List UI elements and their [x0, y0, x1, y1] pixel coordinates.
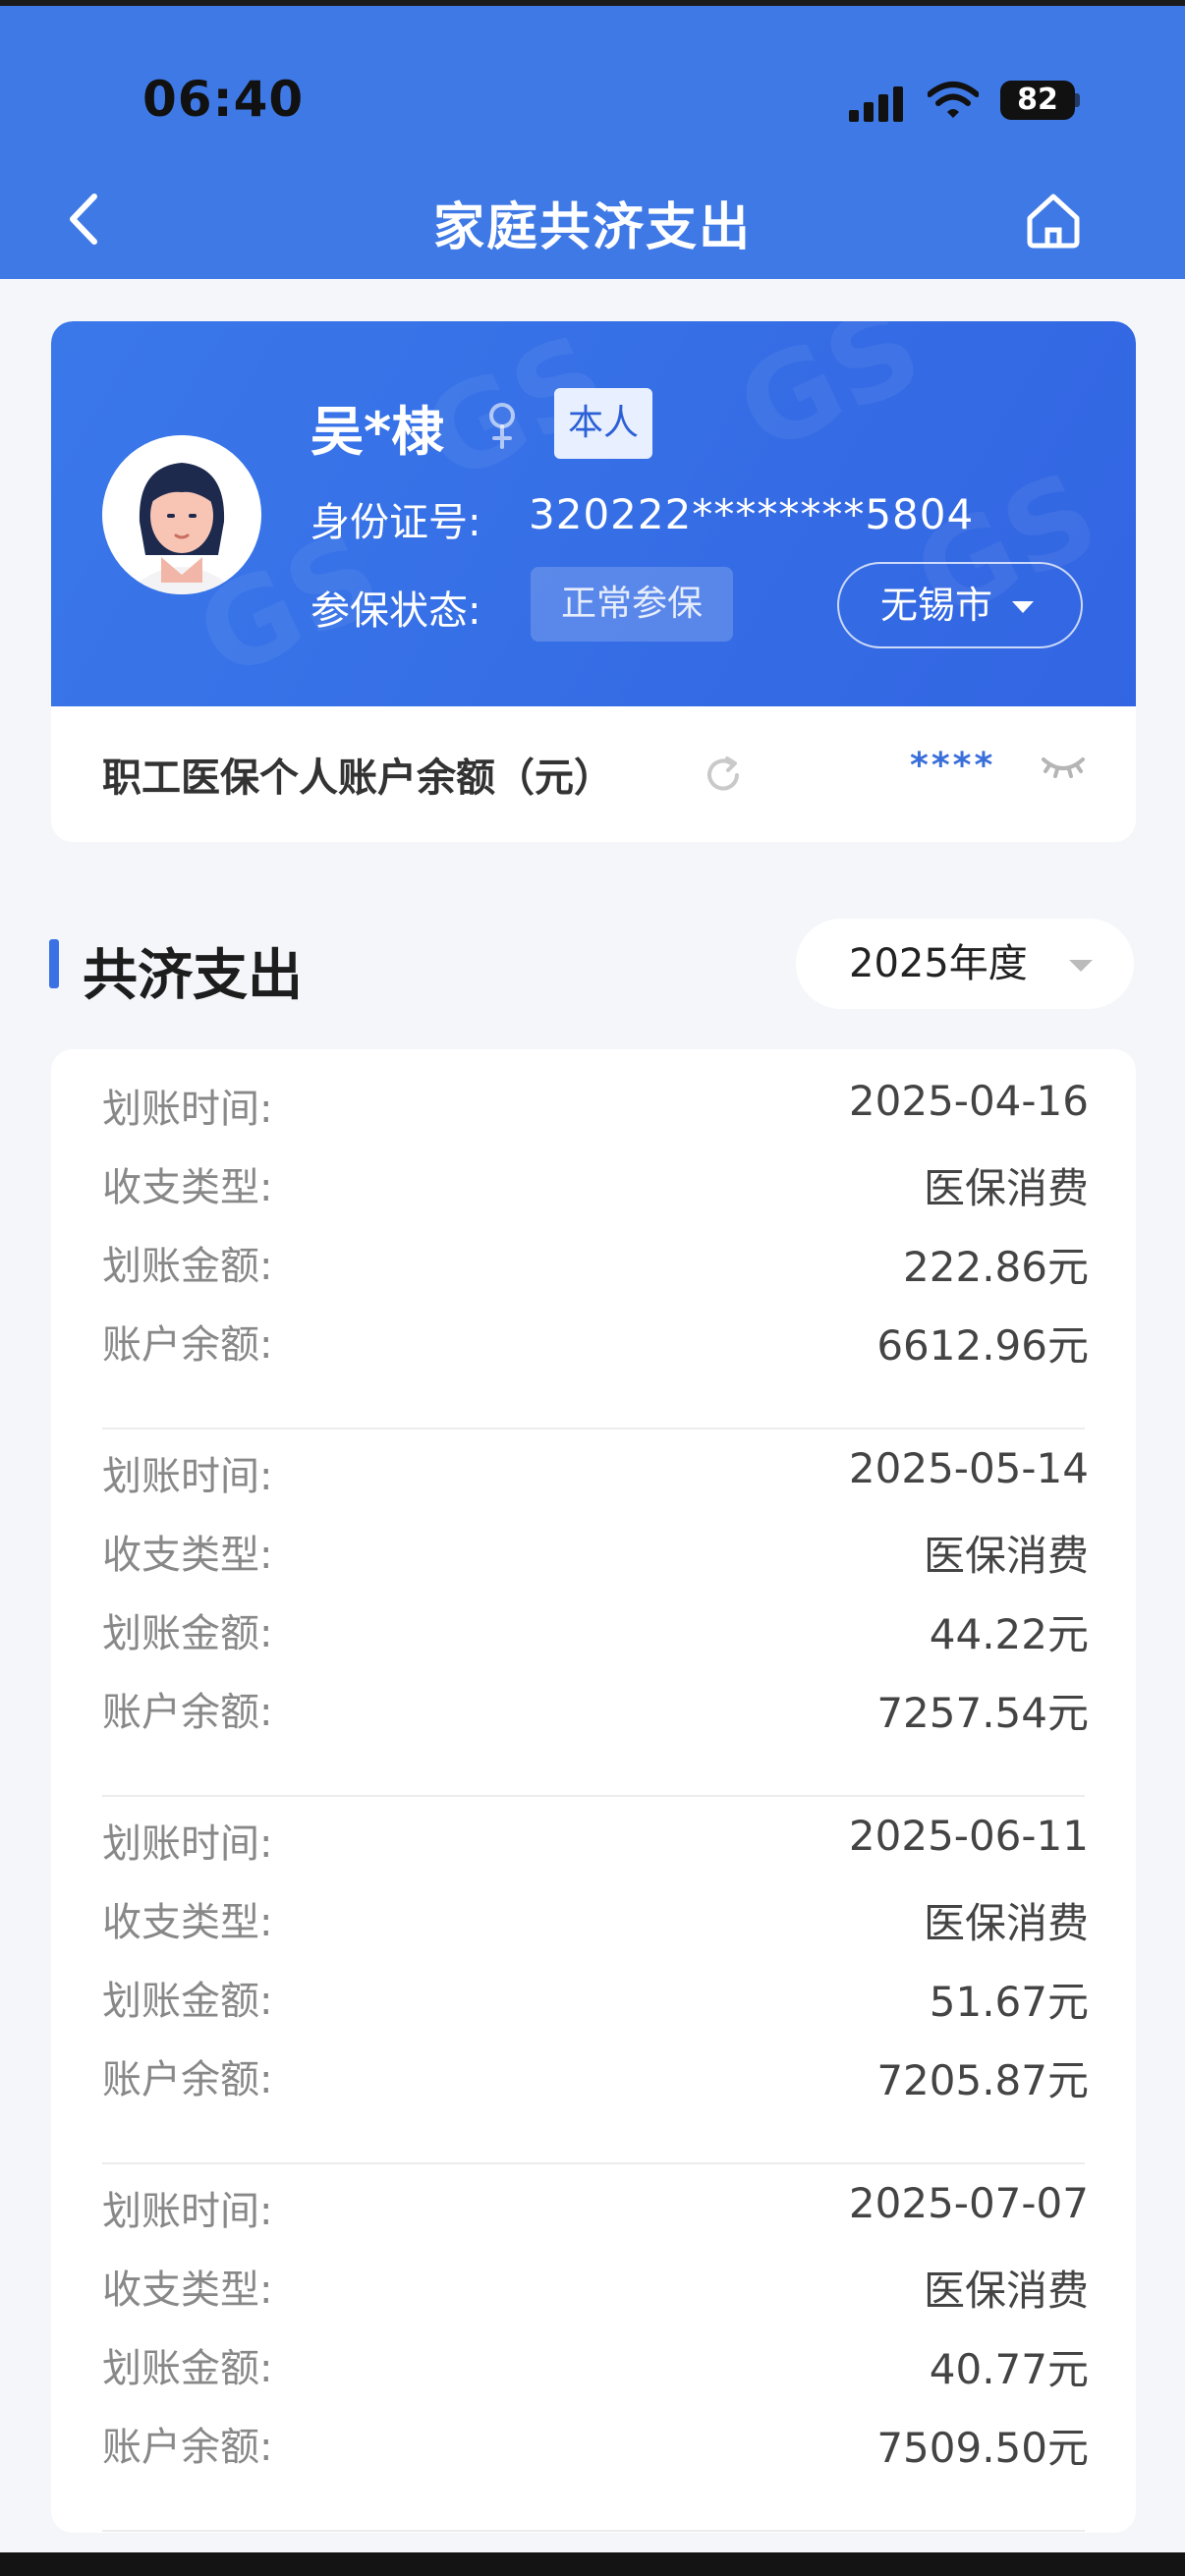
row-label: 划账时间: [102, 1821, 273, 1867]
records-list: 划账时间: 2025-04-16 收支类型: 医保消费 划账金额: 222.86… [51, 1049, 1136, 2533]
app-screen: 06:40 82 家庭共济支出 GS GS GS GS 吴*棣 本人 身份证号:… [0, 0, 1185, 2576]
record-row: 收支类型: 医保消费 [51, 1882, 1136, 1961]
row-label: 账户余额: [102, 1322, 273, 1368]
record-row: 账户余额: 7205.87元 [51, 2040, 1136, 2118]
record-row: 划账金额: 51.67元 [51, 1961, 1136, 2040]
record-row: 划账金额: 222.86元 [51, 1226, 1136, 1305]
cellular-signal-icon [849, 83, 908, 122]
section-accent-bar [49, 939, 59, 988]
record-row: 划账时间: 2025-06-11 [51, 1804, 1136, 1882]
row-value: 医保消费 [923, 2267, 1089, 2315]
balance-value: **** [910, 746, 996, 786]
row-value: 2025-04-16 [848, 1077, 1089, 1125]
row-value: 医保消费 [923, 1899, 1089, 1947]
status-time: 06:40 [142, 71, 305, 128]
list-item: 划账时间: 2025-05-14 收支类型: 医保消费 划账金额: 44.22元… [51, 1436, 1136, 1804]
row-label: 划账金额: [102, 1979, 273, 2024]
record-row: 收支类型: 医保消费 [51, 1515, 1136, 1594]
list-item: 划账时间: 2025-06-11 收支类型: 医保消费 划账金额: 51.67元… [51, 1804, 1136, 2171]
battery-icon: 82 [1000, 81, 1075, 120]
insurance-status-label: 参保状态: [310, 588, 481, 634]
home-indicator [0, 2552, 1185, 2576]
chevron-down-icon [1012, 601, 1034, 613]
insurance-status-badge: 正常参保 [531, 567, 733, 642]
profile-header: GS GS GS GS 吴*棣 本人 身份证号: 320222********5… [51, 321, 1136, 706]
list-item: 划账时间: 2025-07-07 收支类型: 医保消费 划账金额: 40.77元… [51, 2171, 1136, 2533]
row-label: 收支类型: [102, 1165, 273, 1210]
row-label: 收支类型: [102, 1900, 273, 1945]
row-value: 6612.96元 [876, 1321, 1089, 1370]
divider [102, 1795, 1085, 1797]
record-row: 账户余额: 7509.50元 [51, 2407, 1136, 2486]
page-title: 家庭共济支出 [432, 198, 752, 257]
row-label: 划账时间: [102, 1454, 273, 1499]
row-value: 222.86元 [903, 1243, 1089, 1291]
row-label: 划账金额: [102, 1244, 273, 1289]
refresh-icon[interactable] [702, 754, 745, 797]
row-value: 2025-06-11 [848, 1812, 1089, 1860]
row-label: 账户余额: [102, 2425, 273, 2470]
list-item: 划账时间: 2025-04-16 收支类型: 医保消费 划账金额: 222.86… [51, 1069, 1136, 1436]
row-label: 划账时间: [102, 1087, 273, 1132]
wifi-icon [928, 82, 979, 118]
record-row: 账户余额: 6612.96元 [51, 1305, 1136, 1383]
record-row: 收支类型: 医保消费 [51, 2250, 1136, 2328]
row-label: 账户余额: [102, 2057, 273, 2102]
row-value: 医保消费 [923, 1164, 1089, 1212]
row-label: 划账金额: [102, 1611, 273, 1656]
city-select-label: 无锡市 [880, 584, 993, 627]
year-select-label: 2025年度 [849, 941, 1028, 986]
user-name: 吴*棣 [310, 401, 445, 463]
avatar [102, 435, 261, 594]
row-value: 7205.87元 [876, 2056, 1089, 2104]
relation-badge: 本人 [554, 388, 653, 459]
row-value: 7509.50元 [876, 2424, 1089, 2472]
row-value: 医保消费 [923, 1532, 1089, 1580]
row-label: 划账时间: [102, 2189, 273, 2234]
divider [102, 1428, 1085, 1429]
chevron-down-icon [1069, 960, 1093, 972]
row-value: 2025-07-07 [848, 2179, 1089, 2227]
row-value: 7257.54元 [876, 1689, 1089, 1737]
record-row: 划账时间: 2025-07-07 [51, 2171, 1136, 2250]
city-select[interactable]: 无锡市 [837, 562, 1083, 648]
record-row: 划账时间: 2025-04-16 [51, 1069, 1136, 1148]
record-row: 划账金额: 40.77元 [51, 2328, 1136, 2407]
year-select[interactable]: 2025年度 [796, 919, 1134, 1009]
balance-label: 职工医保个人账户余额（元） [102, 756, 613, 801]
row-label: 收支类型: [102, 2268, 273, 2313]
divider [102, 2162, 1085, 2164]
row-label: 收支类型: [102, 1533, 273, 1578]
row-value: 51.67元 [929, 1978, 1089, 2026]
divider [102, 2530, 1085, 2532]
record-row: 划账金额: 44.22元 [51, 1594, 1136, 1672]
header: 06:40 82 家庭共济支出 [0, 0, 1185, 279]
battery-tip [1075, 93, 1080, 107]
id-label: 身份证号: [310, 500, 481, 545]
profile-card: GS GS GS GS 吴*棣 本人 身份证号: 320222********5… [51, 321, 1136, 842]
section-title: 共济支出 [83, 944, 303, 1008]
row-value: 40.77元 [929, 2345, 1089, 2393]
record-row: 划账时间: 2025-05-14 [51, 1436, 1136, 1515]
eye-closed-icon[interactable] [1040, 752, 1087, 781]
row-value: 2025-05-14 [848, 1444, 1089, 1492]
record-row: 收支类型: 医保消费 [51, 1148, 1136, 1226]
row-label: 账户余额: [102, 1690, 273, 1735]
row-value: 44.22元 [929, 1610, 1089, 1658]
watermark: GS [718, 321, 941, 480]
record-row: 账户余额: 7257.54元 [51, 1672, 1136, 1751]
female-icon [489, 403, 515, 449]
row-label: 划账金额: [102, 2346, 273, 2391]
id-value: 320222********5804 [529, 490, 975, 538]
home-icon[interactable] [1022, 189, 1085, 252]
